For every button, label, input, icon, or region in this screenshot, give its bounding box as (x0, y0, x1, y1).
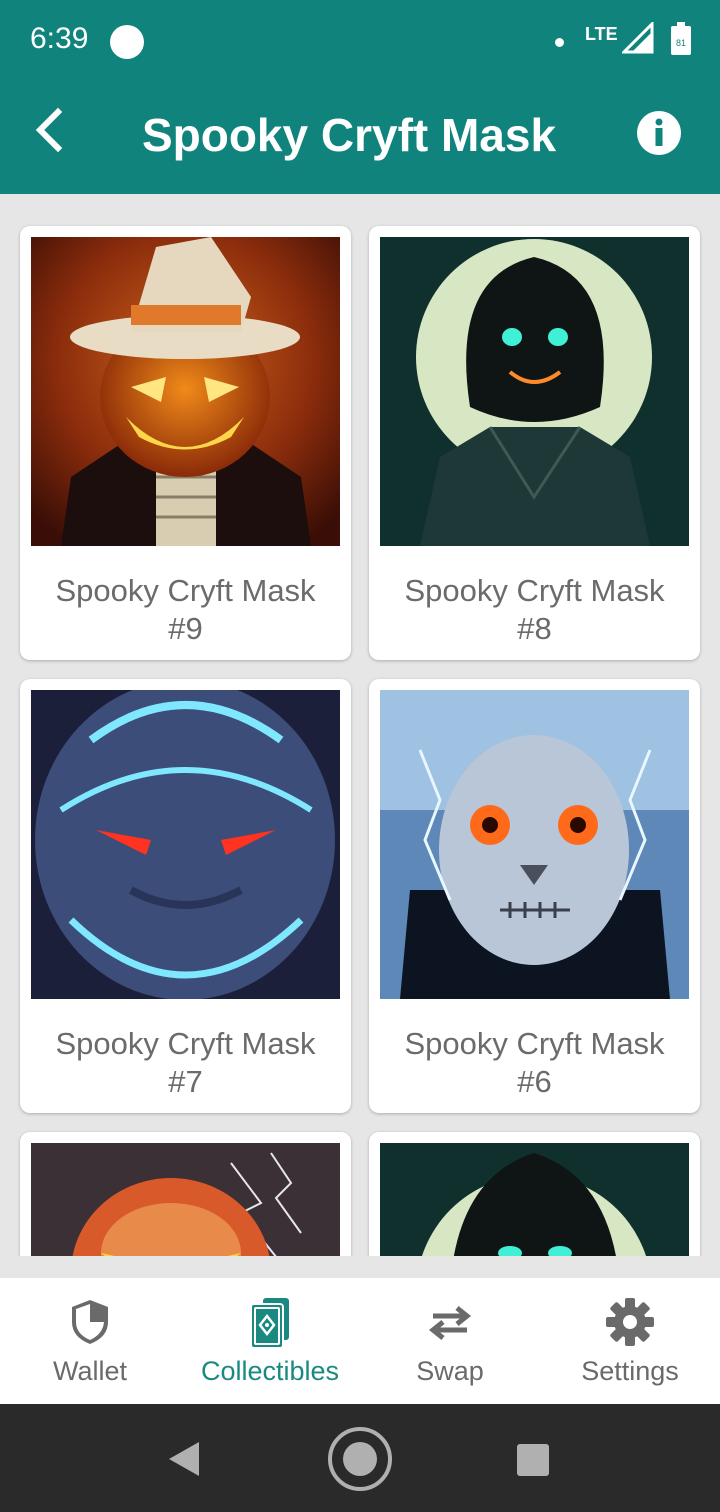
battery-icon: 81 (671, 22, 691, 55)
nav-collectibles-label: Collectibles (200, 1356, 340, 1386)
collectible-label: Spooky Cryft Mask #8 (369, 572, 700, 648)
swap-icon (428, 1306, 472, 1340)
gear-icon (606, 1298, 654, 1346)
status-time: 6:39 (30, 22, 89, 55)
moon-shadow-image (380, 237, 689, 546)
storm-skull-image (380, 690, 689, 999)
lightning-beast-image (31, 690, 340, 999)
collectible-number: #9 (168, 611, 203, 646)
collectible-name: Spooky Cryft Mask (404, 573, 665, 608)
battery-level: 81 (676, 38, 686, 48)
nav-wallet[interactable]: Wallet (0, 1278, 180, 1404)
system-home-icon[interactable] (327, 1426, 393, 1492)
collectibles-icon (250, 1298, 289, 1348)
bottom-navigation: Wallet Collectibles Swap Settings (0, 1278, 720, 1404)
collectible-number: #8 (517, 611, 552, 646)
signal-icon (622, 22, 654, 54)
collectible-label: Spooky Cryft Mask #9 (20, 572, 351, 648)
system-back-icon[interactable] (165, 1440, 201, 1478)
system-navigation-bar (0, 1404, 720, 1512)
nav-collectibles[interactable]: Collectibles (180, 1278, 360, 1404)
collectibles-grid: Spooky Cryft Mask #9 Spooky Cryft Mask #… (0, 194, 720, 1256)
collectible-name: Spooky Cryft Mask (55, 1026, 316, 1061)
system-recents-icon[interactable] (515, 1442, 551, 1478)
notification-circle-icon (110, 25, 144, 59)
shield-icon (72, 1300, 108, 1344)
collectible-card[interactable] (369, 1132, 700, 1256)
collectible-label: Spooky Cryft Mask #6 (369, 1025, 700, 1101)
collectible-name: Spooky Cryft Mask (55, 573, 316, 608)
page-title: Spooky Cryft Mask (141, 109, 557, 161)
collectible-card[interactable]: Spooky Cryft Mask #8 (369, 226, 700, 660)
nav-settings-label: Settings (581, 1356, 679, 1386)
collectible-card[interactable]: Spooky Cryft Mask #7 (20, 679, 351, 1113)
collectible-name: Spooky Cryft Mask (404, 1026, 665, 1061)
network-type: LTE (585, 24, 618, 44)
nav-wallet-label: Wallet (52, 1356, 127, 1386)
collectible-number: #7 (168, 1064, 203, 1099)
nav-swap[interactable]: Swap (360, 1278, 540, 1404)
collectible-label: Spooky Cryft Mask #7 (20, 1025, 351, 1101)
status-bar: 6:39 LTE 81 (0, 0, 720, 84)
info-icon[interactable] (636, 110, 682, 156)
collectible-card[interactable]: Spooky Cryft Mask #6 (369, 679, 700, 1113)
collectible-number: #6 (517, 1064, 552, 1099)
moon-shadow-image (380, 1143, 689, 1256)
notification-dot-icon (555, 38, 564, 47)
collectible-card[interactable]: Spooky Cryft Mask #9 (20, 226, 351, 660)
nav-swap-label: Swap (416, 1356, 484, 1386)
collectible-card[interactable] (20, 1132, 351, 1256)
nav-settings[interactable]: Settings (540, 1278, 720, 1404)
red-pumpkin-image (31, 1143, 340, 1256)
pumpkin-witch-image (31, 237, 340, 546)
app-bar: Spooky Cryft Mask (0, 84, 720, 194)
